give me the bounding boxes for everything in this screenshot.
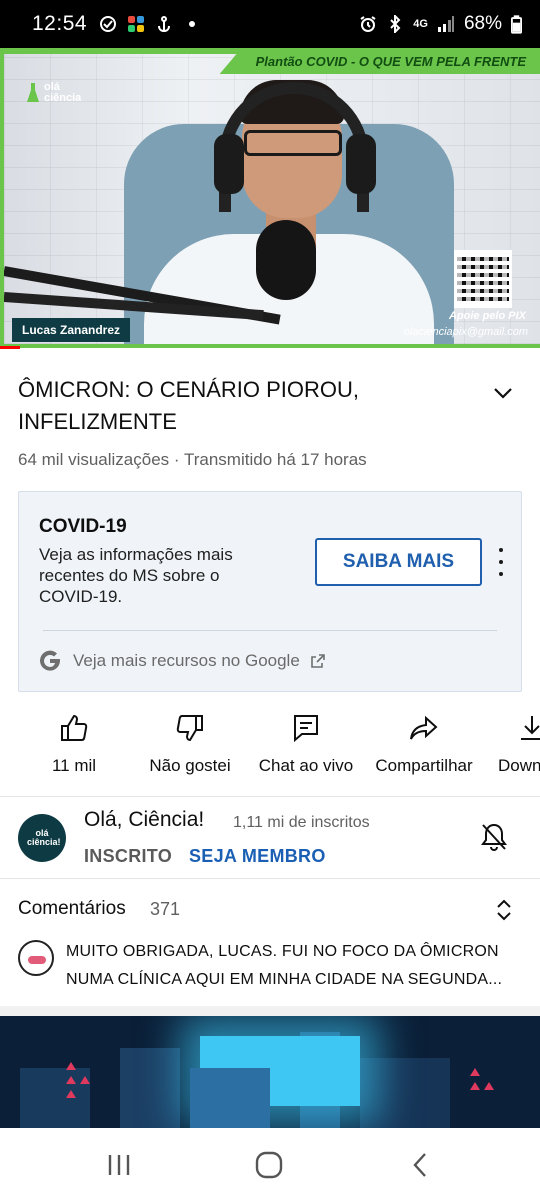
saiba-mais-button[interactable]: SAIBA MAIS	[315, 538, 482, 586]
download-label: Download	[498, 756, 540, 775]
info-panel-divider	[43, 630, 497, 631]
download-icon	[521, 716, 540, 740]
dislike-label: Não gostei	[149, 756, 231, 775]
video-player[interactable]: olá ciência Apoie pelo PIX olacienciapix…	[0, 48, 540, 348]
video-frame: olá ciência Apoie pelo PIX olacienciapix…	[4, 54, 540, 344]
flask-icon	[27, 83, 39, 102]
share-label: Compartilhar	[375, 756, 473, 775]
divider	[0, 796, 540, 797]
google-link-text: Veja mais recursos no Google	[73, 651, 300, 670]
divider	[0, 878, 540, 879]
pix-qr-code	[454, 250, 512, 308]
section-gap	[0, 1006, 540, 1016]
thumbs-up-icon	[61, 714, 88, 741]
pix-label: Apoie pelo PIX	[448, 310, 526, 322]
commenter-avatar[interactable]	[18, 940, 54, 976]
pix-email: olacienciapix@gmail.com	[403, 326, 528, 338]
notification-icons	[99, 15, 201, 33]
system-nav-bar	[0, 1128, 540, 1200]
like-button[interactable]: 11 mil	[42, 712, 106, 776]
share-arrow-icon	[410, 715, 438, 740]
chevron-down-icon[interactable]	[490, 380, 516, 406]
check-circle-icon	[100, 16, 117, 32]
more-options-icon[interactable]	[493, 548, 509, 576]
info-panel-description: Veja as informações mais recentes do MS …	[39, 545, 233, 606]
recent-apps-icon[interactable]	[104, 1150, 134, 1180]
bell-off-icon[interactable]	[480, 822, 508, 852]
google-g-icon	[40, 650, 60, 671]
comments-count: 371	[150, 899, 181, 919]
alarm-icon	[360, 16, 376, 32]
live-chat-button[interactable]: Chat ao vivo	[254, 712, 358, 776]
sort-icon[interactable]	[494, 898, 514, 922]
subscriber-count: 1,11 mi de inscritos	[233, 814, 370, 831]
download-button[interactable]: Download	[496, 712, 540, 776]
channel-logo: olá ciência	[26, 82, 81, 104]
bluetooth-icon	[390, 15, 401, 33]
google-resources-link[interactable]: Veja mais recursos no Google	[37, 648, 326, 674]
back-icon[interactable]	[406, 1150, 436, 1180]
microphone-shape	[256, 220, 316, 300]
join-membership-button[interactable]: SEJA MEMBRO	[189, 846, 326, 867]
video-progress-bar[interactable]	[0, 346, 20, 349]
comment-line: MUITO OBRIGADA, LUCAS. FUI NO FOCO DA ÔM…	[66, 943, 499, 960]
home-icon[interactable]	[254, 1150, 284, 1180]
battery-icon	[511, 14, 522, 34]
comments-title[interactable]: Comentários	[18, 898, 126, 920]
anchor-icon	[158, 16, 171, 33]
comment-preview[interactable]: MUITO OBRIGADA, LUCAS. FUI NO FOCO DA ÔM…	[66, 938, 526, 994]
status-time: 12:54	[32, 12, 88, 35]
status-bar: 12:54 4G 68%	[0, 0, 540, 48]
thumbs-down-icon	[176, 715, 203, 742]
video-banner: Plantão COVID - O QUE VEM PELA FRENTE	[219, 48, 540, 74]
like-count: 11 mil	[51, 756, 97, 775]
external-link-icon	[310, 654, 325, 668]
action-bar: 11 mil Não gostei Chat ao vivo Compartil…	[0, 712, 540, 782]
channel-avatar[interactable]: olá ciência!	[18, 814, 66, 862]
video-meta: 64 mil visualizações · Transmitido há 17…	[18, 450, 367, 469]
dot-icon	[189, 21, 196, 27]
battery-percent: 68%	[463, 13, 502, 34]
covid-info-panel: COVID-19 Veja as informações mais recent…	[18, 491, 522, 692]
subscribed-button[interactable]: INSCRITO	[84, 846, 172, 867]
dislike-button[interactable]: Não gostei	[142, 712, 238, 776]
video-title: ÔMICRON: O CENÁRIO PIOROU, INFELIZMENTE	[18, 377, 360, 434]
channel-name[interactable]: Olá, Ciência!	[84, 808, 204, 832]
info-panel-heading: COVID-19	[39, 516, 127, 537]
presenter-name: Lucas Zanandrez	[12, 318, 131, 342]
share-button[interactable]: Compartilhar	[370, 712, 478, 776]
live-chat-label: Chat ao vivo	[258, 756, 354, 775]
signal-icon	[437, 16, 454, 32]
network-type: 4G	[413, 18, 428, 30]
comment-line: NUMA CLÍNICA AQUI EM MINHA CIDADE NA SEG…	[66, 971, 503, 988]
chat-bubble-icon	[294, 715, 318, 743]
app-grid-icon	[128, 16, 145, 32]
next-video-thumbnail[interactable]	[0, 1016, 540, 1128]
